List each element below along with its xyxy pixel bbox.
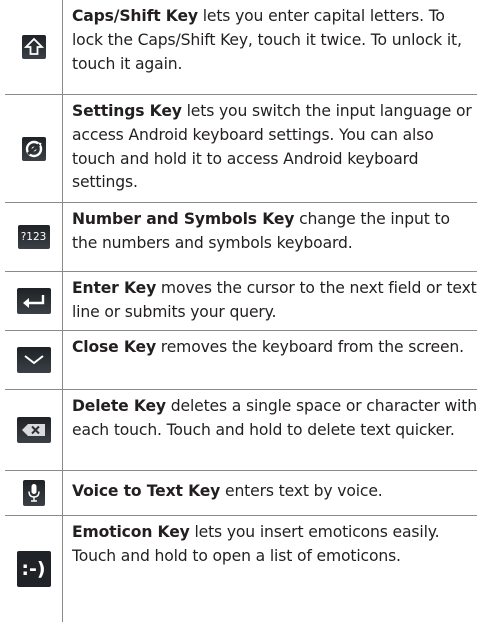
- key-description: Enter Key moves the cursor to the next f…: [63, 272, 477, 330]
- table-row-number-symbols: ?123 Number and Symbols Key change the i…: [5, 203, 477, 272]
- key-description: Number and Symbols Key change the input …: [63, 203, 477, 271]
- emoticon-icon: :-): [16, 551, 51, 587]
- icon-cell: [5, 272, 63, 330]
- key-description: Voice to Text Key enters text by voice.: [63, 471, 477, 515]
- icon-cell: [5, 0, 63, 94]
- number-symbols-icon: ?123: [17, 225, 50, 249]
- keyboard-keys-table: Caps/Shift Key lets you enter capital le…: [5, 0, 477, 622]
- settings-gear-icon: [21, 136, 46, 161]
- key-description: Emoticon Key lets you insert emoticons e…: [63, 516, 477, 622]
- key-name: Enter Key: [72, 279, 157, 297]
- key-name: Number and Symbols Key: [72, 210, 295, 228]
- key-text: enters text by voice.: [220, 482, 383, 500]
- table-row-voice-to-text: Voice to Text Key enters text by voice.: [5, 471, 477, 516]
- emoticon-label: :-): [21, 558, 46, 580]
- icon-cell: [5, 95, 63, 202]
- table-row-enter: Enter Key moves the cursor to the next f…: [5, 272, 477, 331]
- table-row-caps-shift: Caps/Shift Key lets you enter capital le…: [5, 0, 477, 95]
- caps-shift-arrow-icon: [21, 35, 46, 59]
- key-name: Emoticon Key: [72, 523, 190, 541]
- icon-cell: [5, 390, 63, 470]
- close-chevron-down-icon: [16, 347, 51, 373]
- key-text: removes the keyboard from the screen.: [156, 338, 464, 356]
- microphone-icon: [22, 480, 45, 506]
- icon-cell: :-): [5, 516, 63, 622]
- key-description: Settings Key lets you switch the input l…: [63, 95, 477, 202]
- key-name: Delete Key: [72, 397, 166, 415]
- key-name: Close Key: [72, 338, 156, 356]
- table-row-close: Close Key removes the keyboard from the …: [5, 331, 477, 390]
- table-row-delete: Delete Key deletes a single space or cha…: [5, 390, 477, 471]
- key-name: Voice to Text Key: [72, 482, 221, 500]
- enter-arrow-icon: [16, 288, 51, 314]
- key-description: Close Key removes the keyboard from the …: [63, 331, 477, 389]
- key-description: Delete Key deletes a single space or cha…: [63, 390, 477, 470]
- icon-cell: [5, 331, 63, 389]
- table-row-settings: Settings Key lets you switch the input l…: [5, 95, 477, 203]
- delete-backspace-icon: [16, 417, 51, 443]
- icon-cell: [5, 471, 63, 515]
- number-symbols-label: ?123: [20, 231, 47, 243]
- table-row-emoticon: :-) Emoticon Key lets you insert emotico…: [5, 516, 477, 622]
- key-description: Caps/Shift Key lets you enter capital le…: [63, 0, 477, 94]
- key-name: Settings Key: [72, 102, 182, 120]
- key-name: Caps/Shift Key: [72, 7, 198, 25]
- icon-cell: ?123: [5, 203, 63, 271]
